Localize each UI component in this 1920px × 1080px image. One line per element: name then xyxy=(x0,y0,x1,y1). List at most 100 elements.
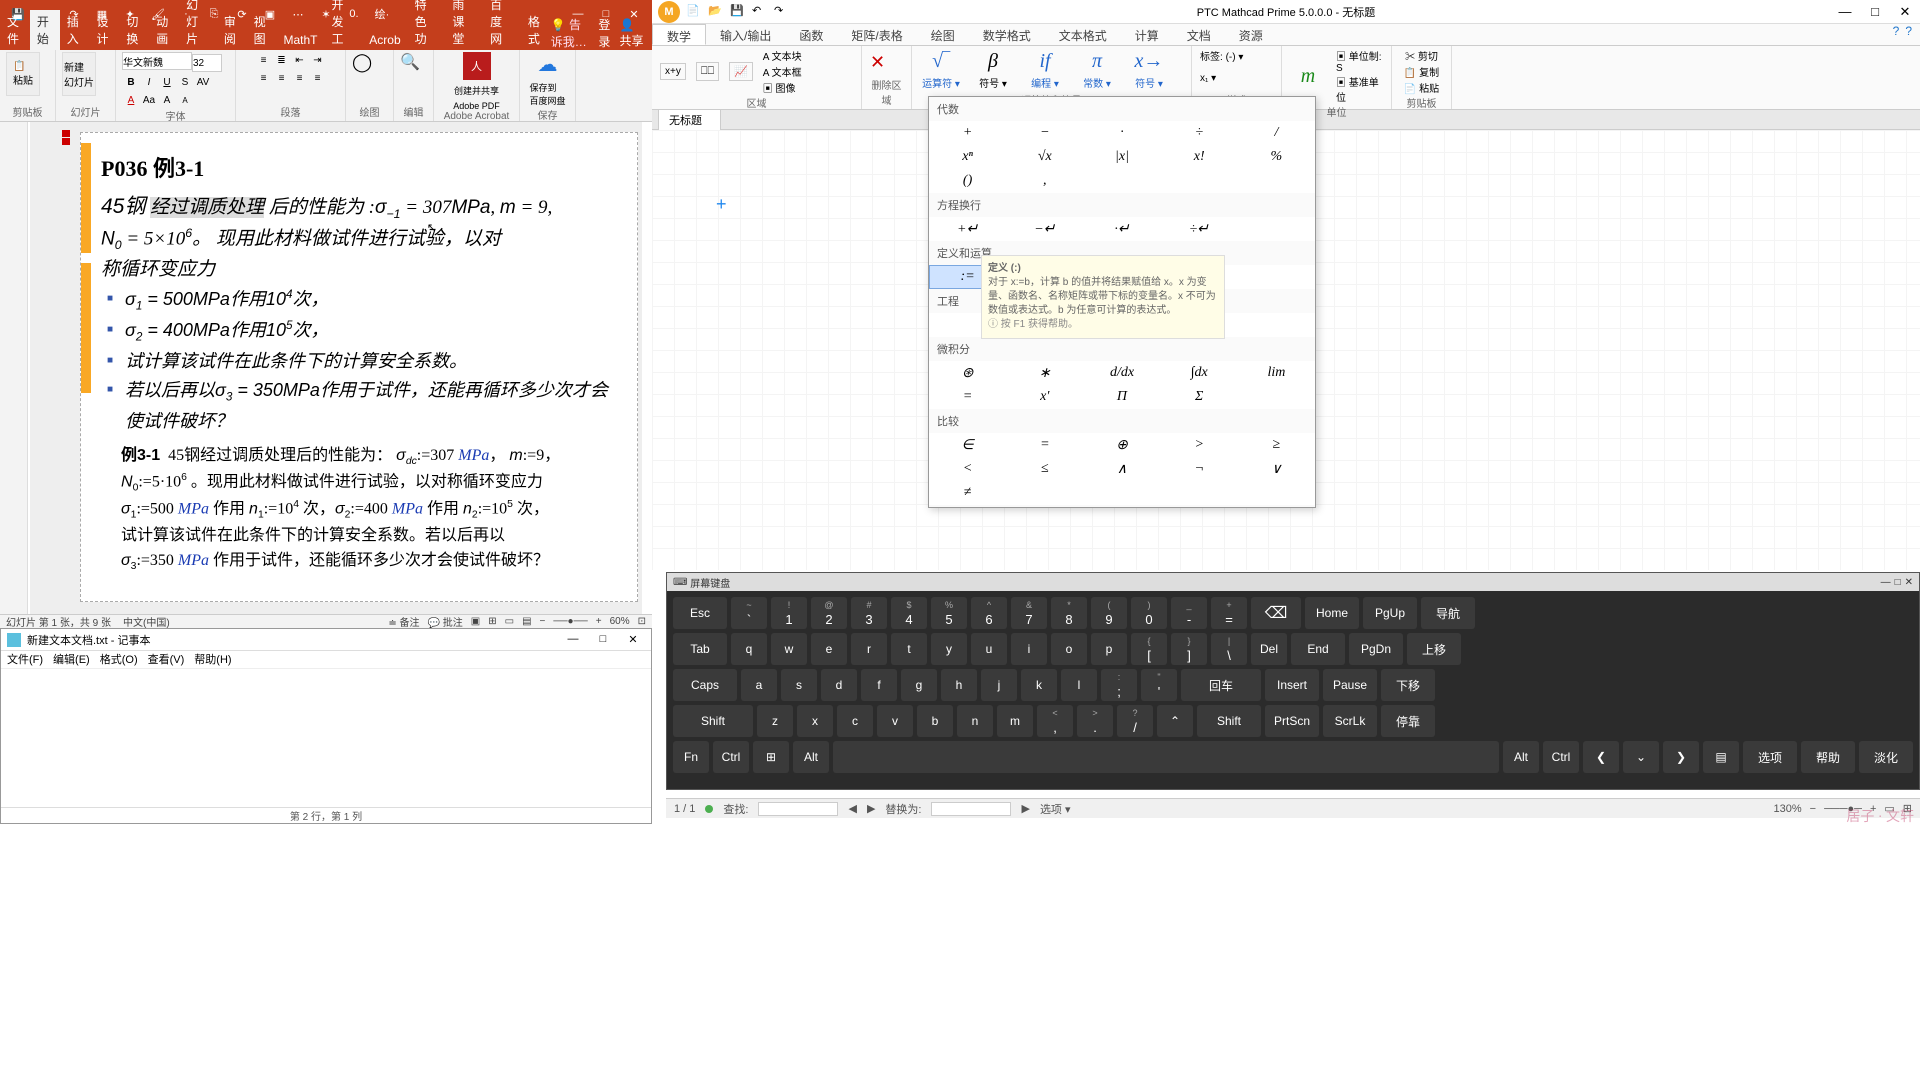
normal-view-button[interactable]: ▣ xyxy=(471,616,480,627)
doc-tab[interactable]: 无标题 xyxy=(658,109,721,130)
strike-button[interactable]: S xyxy=(176,74,194,90)
key-options[interactable]: 选项 xyxy=(1743,741,1797,773)
font-size-input[interactable] xyxy=(192,54,222,72)
notepad-titlebar[interactable]: 新建文本文档.txt - 记事本 — □ ✕ xyxy=(1,629,651,651)
operator-cell[interactable]: = xyxy=(1006,433,1083,457)
key-`[interactable]: ~` xyxy=(731,597,767,629)
key-fn[interactable]: Fn xyxy=(673,741,709,773)
tab-animation[interactable]: 动画 xyxy=(149,10,179,50)
operator-符号-button[interactable]: β符号 ▾ xyxy=(972,49,1014,91)
operator-cell[interactable]: √x xyxy=(1006,145,1083,169)
align-center-button[interactable]: ≡ xyxy=(273,70,291,86)
find-button[interactable]: 🔍 xyxy=(400,52,420,72)
grow-font-button[interactable]: A xyxy=(158,92,176,108)
key-n[interactable]: n xyxy=(957,705,993,737)
login-button[interactable]: 登录 xyxy=(598,16,613,50)
menu-edit[interactable]: 编辑(E) xyxy=(53,651,90,668)
minimize-icon[interactable]: — xyxy=(1881,577,1891,588)
key-y[interactable]: y xyxy=(931,633,967,665)
chart-button[interactable]: 📈 xyxy=(729,62,753,81)
operator-cell[interactable]: lim xyxy=(1238,361,1315,385)
key-[[interactable]: {[ xyxy=(1131,633,1167,665)
key-5[interactable]: %5 xyxy=(931,597,967,629)
operator-cell[interactable]: ÷ xyxy=(1161,121,1238,145)
key-movedown[interactable]: 下移 xyxy=(1381,669,1435,701)
qat-icon[interactable]: ⋯ xyxy=(284,4,312,24)
tab-acrobat[interactable]: Acrob xyxy=(362,30,407,50)
operator-符号-button[interactable]: x→符号 ▾ xyxy=(1128,49,1170,91)
solve-block-button[interactable]: ⎕⎕ xyxy=(696,62,719,81)
tab-developer[interactable]: 开发工 xyxy=(325,0,363,50)
operator-cell[interactable] xyxy=(1238,481,1315,505)
slide-title[interactable]: P036 例3-1 xyxy=(101,151,617,183)
operator-编程-button[interactable]: if编程 ▾ xyxy=(1024,49,1066,91)
key-l[interactable]: l xyxy=(1061,669,1097,701)
tab-insert[interactable]: 插入 xyxy=(60,10,90,50)
operator-cell[interactable] xyxy=(1238,169,1315,193)
key-,[interactable]: <, xyxy=(1037,705,1073,737)
key-del[interactable]: Del xyxy=(1251,633,1287,665)
replace-button[interactable]: ▶ xyxy=(1021,802,1029,815)
menu-format[interactable]: 格式(O) xyxy=(100,651,138,668)
tab-document[interactable]: 文档 xyxy=(1173,24,1225,45)
tab-rain[interactable]: 雨课堂 xyxy=(445,0,483,50)
operator-cell[interactable]: ⊕ xyxy=(1083,433,1160,457)
key-alt-right[interactable]: Alt xyxy=(1503,741,1539,773)
key-][interactable]: }] xyxy=(1171,633,1207,665)
redo-icon[interactable]: ↷ xyxy=(774,4,790,20)
key-b[interactable]: b xyxy=(917,705,953,737)
tab-functions[interactable]: 函数 xyxy=(785,24,837,45)
key-j[interactable]: j xyxy=(981,669,1017,701)
key-g[interactable]: g xyxy=(901,669,937,701)
operator-cell[interactable]: |x| xyxy=(1083,145,1160,169)
key-p[interactable]: p xyxy=(1091,633,1127,665)
key--[interactable]: _- xyxy=(1171,597,1207,629)
key-7[interactable]: &7 xyxy=(1011,597,1047,629)
zoom-out-button[interactable]: − xyxy=(1810,803,1816,815)
language-indicator[interactable]: 中文(中国) xyxy=(123,614,170,629)
key-3[interactable]: #3 xyxy=(851,597,887,629)
operator-cell[interactable]: ¬ xyxy=(1161,457,1238,481)
bold-button[interactable]: B xyxy=(122,74,140,90)
maximize-icon[interactable]: □ xyxy=(1895,577,1901,588)
operator-cell[interactable]: , xyxy=(1006,169,1083,193)
tab-mathformat[interactable]: 数学格式 xyxy=(969,24,1045,45)
operator-cell[interactable]: ∨ xyxy=(1238,457,1315,481)
operator-cell[interactable] xyxy=(1161,169,1238,193)
replace-input[interactable] xyxy=(931,802,1011,816)
zoom-out-button[interactable]: − xyxy=(540,616,546,627)
zoom-level[interactable]: 60% xyxy=(610,616,630,627)
open-icon[interactable]: 📂 xyxy=(708,4,724,20)
key-2[interactable]: @2 xyxy=(811,597,847,629)
key-e[interactable]: e xyxy=(811,633,847,665)
close-icon[interactable]: ✕ xyxy=(1905,577,1913,588)
bullet-4[interactable]: 若以后再以σ3 = 350MPa作用于试件，还能再循环多少次才会使试件破坏？ xyxy=(101,376,617,436)
maximize-icon[interactable]: □ xyxy=(591,633,615,646)
key-t[interactable]: t xyxy=(891,633,927,665)
baidu-icon[interactable]: ☁ xyxy=(538,52,558,77)
key-9[interactable]: (9 xyxy=(1091,597,1127,629)
tab-view[interactable]: 视图 xyxy=(247,10,277,50)
key-ctrl-right[interactable]: Ctrl xyxy=(1543,741,1579,773)
find-prev-button[interactable]: ◀ xyxy=(848,802,856,815)
font-color-button[interactable]: A xyxy=(122,92,140,108)
key-d[interactable]: d xyxy=(821,669,857,701)
math-region-button[interactable]: x+y xyxy=(660,63,686,80)
key-.[interactable]: >. xyxy=(1077,705,1113,737)
osk-titlebar[interactable]: ⌨ 屏幕键盘 —□✕ xyxy=(667,573,1919,591)
key-i[interactable]: i xyxy=(1011,633,1047,665)
operator-cell[interactable]: / xyxy=(1238,121,1315,145)
numbering-button[interactable]: ≣ xyxy=(273,52,291,68)
tell-me[interactable]: 💡 告诉我… xyxy=(551,16,593,50)
tab-calc[interactable]: 计算 xyxy=(1121,24,1173,45)
key-pause[interactable]: Pause xyxy=(1323,669,1377,701)
key-home[interactable]: Home xyxy=(1305,597,1359,629)
zoom-in-button[interactable]: + xyxy=(596,616,602,627)
label-selector[interactable]: 标签: (-) ▾ xyxy=(1200,48,1243,63)
key-r[interactable]: r xyxy=(851,633,887,665)
operator-cell[interactable] xyxy=(1238,265,1315,289)
bullet-1[interactable]: σ1 = 500MPa作用104次， xyxy=(101,285,617,316)
bullet-2[interactable]: σ2 = 400MPa作用105次， xyxy=(101,316,617,347)
key-m[interactable]: m xyxy=(997,705,1033,737)
qat-icon[interactable]: 绘· xyxy=(368,4,396,24)
